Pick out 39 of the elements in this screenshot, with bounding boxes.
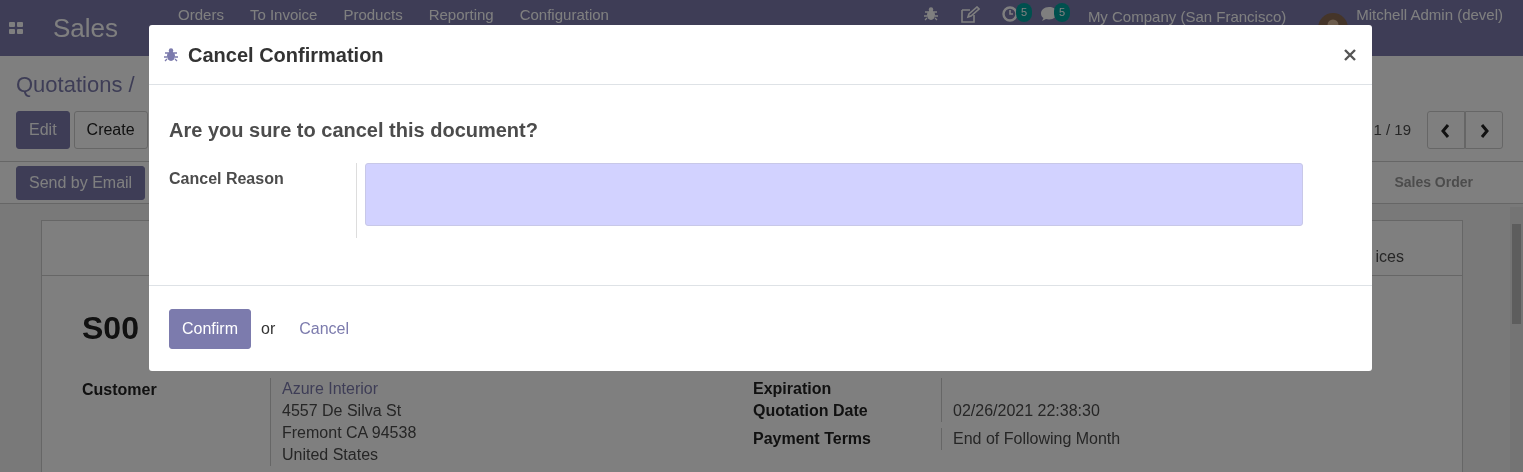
field-value: End of Following Month [941, 428, 1121, 450]
record-name: S00 [82, 309, 139, 348]
send-email-button[interactable]: Send by Email [16, 165, 146, 200]
count-badge: 5 [1053, 3, 1070, 22]
smart-button[interactable]: ices [1375, 245, 1404, 269]
or-text: or [261, 318, 276, 339]
previous-button[interactable] [1427, 111, 1465, 149]
cancel-link[interactable]: Cancel [299, 316, 350, 341]
dialog-title: Cancel Confirmation [188, 42, 384, 68]
next-button[interactable] [1465, 111, 1503, 149]
count-badge: 5 [1015, 3, 1032, 22]
edit-icon[interactable] [959, 6, 980, 24]
address-line: United States [282, 445, 380, 465]
confirm-button[interactable]: Confirm [169, 308, 251, 349]
field-label: Customer [81, 380, 158, 400]
field-label: Quotation Date [753, 401, 869, 421]
create-button[interactable]: Create [73, 111, 148, 149]
bug-icon[interactable] [923, 6, 938, 22]
address-line: Fremont CA 94538 [282, 423, 417, 443]
reason-field[interactable] [365, 163, 1303, 226]
scrollbar[interactable] [1510, 207, 1523, 472]
field-label: Cancel Reason [169, 163, 357, 238]
user-menu[interactable]: Mitchell Admin (devel) [1356, 0, 1503, 27]
menu-item[interactable]: Reporting [428, 0, 494, 27]
company-switcher[interactable]: My Company (San Francisco) [1087, 6, 1287, 29]
field-label: Expiration [753, 379, 833, 399]
bug-icon [164, 46, 178, 63]
customer-link[interactable]: Azure Interior [282, 378, 417, 400]
field-label: Payment Terms [753, 429, 872, 449]
apps-menu-icon[interactable] [9, 22, 23, 34]
address-line: 4557 De Silva St [282, 401, 403, 421]
edit-button[interactable]: Edit [16, 111, 70, 149]
clock-icon[interactable] [1001, 6, 1018, 22]
dialog-question: Are you sure to cancel this document? [169, 118, 539, 143]
pager-value: 1 / 19 [1373, 119, 1411, 140]
field-value: 02/26/2021 22:38:30 [941, 400, 1100, 422]
app-title[interactable]: Sales [53, 8, 119, 48]
menu-item[interactable]: Configuration [519, 0, 609, 27]
close-icon[interactable] [1344, 48, 1356, 61]
